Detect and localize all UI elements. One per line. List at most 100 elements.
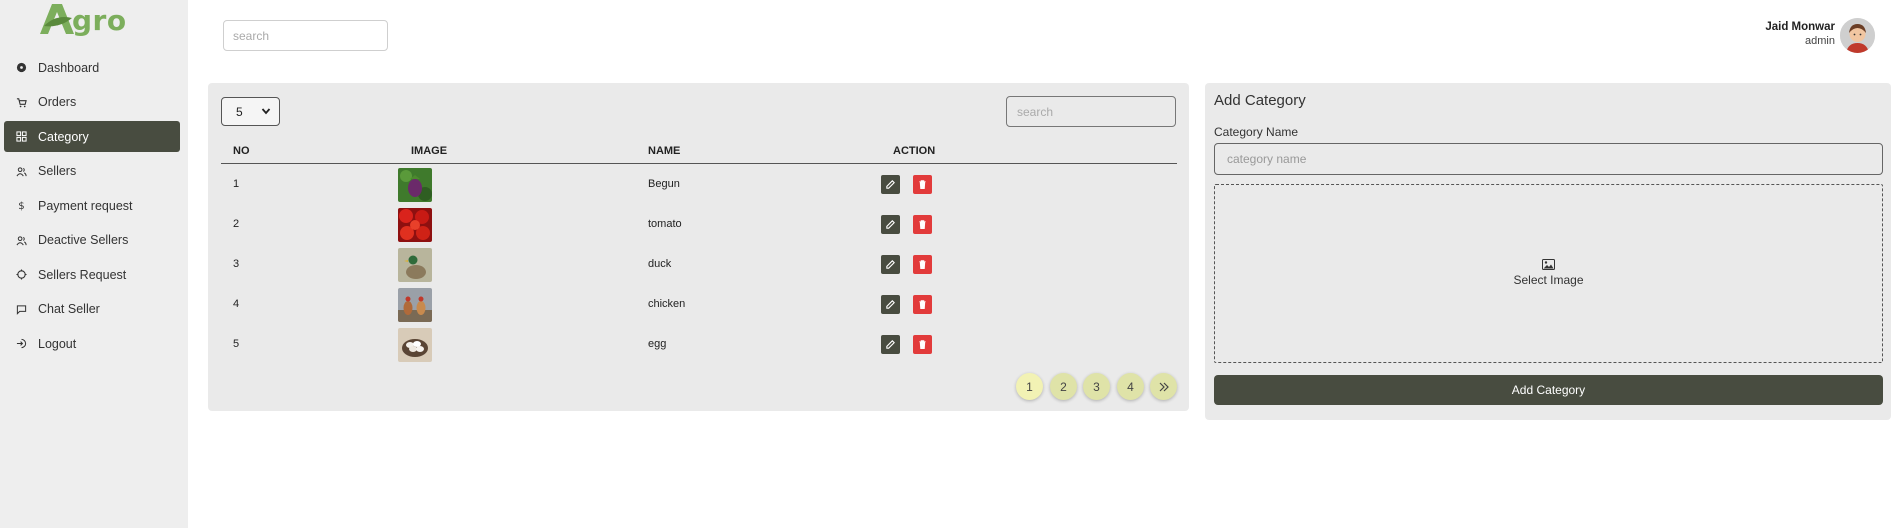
select-image-content: Select Image bbox=[1215, 259, 1882, 287]
sidebar-item-orders[interactable]: Orders bbox=[4, 87, 180, 118]
avatar[interactable] bbox=[1840, 18, 1875, 53]
sidebar-item-label: Payment request bbox=[38, 198, 133, 213]
edit-icon bbox=[886, 340, 895, 349]
sidebar-item-sellers-request[interactable]: Sellers Request bbox=[4, 259, 180, 290]
category-name: duck bbox=[648, 258, 672, 270]
edit-icon bbox=[886, 220, 895, 229]
edit-button[interactable] bbox=[881, 295, 900, 314]
sidebar-item-chat-seller[interactable]: Chat Seller bbox=[4, 294, 180, 325]
add-category-panel: Add Category Category Name Select Image … bbox=[1205, 83, 1891, 420]
row-number: 2 bbox=[233, 218, 240, 230]
tomato-image bbox=[398, 208, 432, 242]
sidebar-item-payment-request[interactable]: $ Payment request bbox=[4, 190, 180, 221]
category-name: egg bbox=[648, 338, 667, 350]
sidebar: gro Dashboard Orders Category Sellers $ … bbox=[0, 0, 188, 528]
chevron-down-icon bbox=[261, 108, 271, 115]
sidebar-item-label: Logout bbox=[38, 336, 77, 351]
row-number: 3 bbox=[233, 258, 240, 270]
page-size-value: 5 bbox=[236, 104, 243, 119]
category-name: chicken bbox=[648, 298, 686, 310]
logout-icon bbox=[13, 336, 29, 352]
app-root: gro Dashboard Orders Category Sellers $ … bbox=[0, 0, 1903, 528]
loader-icon bbox=[13, 267, 29, 283]
category-list-panel: 5 NO IMAGE NAME ACTION 1 Begun bbox=[208, 83, 1189, 411]
sidebar-item-deactive-sellers[interactable]: Deactive Sellers bbox=[4, 225, 180, 256]
edit-button[interactable] bbox=[881, 335, 900, 354]
edit-button[interactable] bbox=[881, 255, 900, 274]
table-row: 1 Begun bbox=[221, 165, 1177, 205]
egg-image bbox=[398, 328, 432, 362]
delete-button[interactable] bbox=[913, 175, 932, 194]
table-row: 2 tomato bbox=[221, 205, 1177, 245]
category-name-label: Category Name bbox=[1214, 125, 1299, 139]
user-role: admin bbox=[1805, 35, 1835, 47]
edit-icon bbox=[886, 260, 895, 269]
eggplant-image bbox=[398, 168, 432, 202]
user-info: Jaid Monwar admin bbox=[1765, 21, 1835, 47]
category-name-input[interactable] bbox=[1214, 143, 1883, 175]
dollar-icon: $ bbox=[13, 198, 29, 214]
users-icon bbox=[13, 232, 29, 248]
edit-icon bbox=[886, 180, 895, 189]
sidebar-item-category[interactable]: Category bbox=[4, 121, 180, 152]
column-header-image: IMAGE bbox=[411, 145, 448, 157]
sidebar-item-label: Deactive Sellers bbox=[38, 233, 129, 247]
sidebar-item-dashboard[interactable]: Dashboard bbox=[4, 52, 180, 83]
image-drop-zone[interactable]: Select Image bbox=[1214, 184, 1883, 363]
sidebar-item-label: Sellers Request bbox=[38, 267, 127, 282]
dashboard-icon bbox=[13, 60, 29, 76]
edit-button[interactable] bbox=[881, 215, 900, 234]
leaf-logo-icon bbox=[40, 4, 74, 34]
delete-button[interactable] bbox=[913, 295, 932, 314]
image-icon bbox=[1542, 259, 1555, 270]
table-row: 3 duck bbox=[221, 245, 1177, 285]
column-header-name: NAME bbox=[648, 145, 681, 157]
add-category-title: Add Category bbox=[1214, 92, 1306, 109]
row-number: 5 bbox=[233, 338, 240, 350]
next-page-button[interactable] bbox=[1150, 373, 1177, 400]
header-search-input[interactable] bbox=[223, 20, 388, 51]
sidebar-item-sellers[interactable]: Sellers bbox=[4, 156, 180, 187]
delete-button[interactable] bbox=[913, 335, 932, 354]
category-search-input[interactable] bbox=[1006, 96, 1176, 127]
row-number: 1 bbox=[233, 178, 240, 190]
trash-icon bbox=[919, 220, 926, 230]
table-row: 5 egg bbox=[221, 325, 1177, 365]
sidebar-item-label: Orders bbox=[38, 95, 77, 109]
page-button-4[interactable]: 4 bbox=[1117, 373, 1144, 400]
column-header-no: NO bbox=[233, 145, 250, 157]
sidebar-item-label: Sellers bbox=[38, 164, 77, 178]
category-name: tomato bbox=[648, 218, 682, 230]
delete-button[interactable] bbox=[913, 215, 932, 234]
category-name: Begun bbox=[648, 178, 680, 190]
page-button-1[interactable]: 1 bbox=[1016, 373, 1043, 400]
sidebar-nav: Dashboard Orders Category Sellers $ Paym… bbox=[0, 52, 188, 363]
users-icon bbox=[13, 163, 29, 179]
grid-icon bbox=[13, 129, 29, 145]
page-button-3[interactable]: 3 bbox=[1083, 373, 1110, 400]
edit-icon bbox=[886, 300, 895, 309]
table-row: 4 chicken bbox=[221, 285, 1177, 325]
column-header-action: ACTION bbox=[893, 145, 936, 157]
edit-button[interactable] bbox=[881, 175, 900, 194]
svg-text:$: $ bbox=[18, 201, 24, 211]
page-size-select[interactable]: 5 bbox=[221, 97, 280, 126]
add-category-button[interactable]: Add Category bbox=[1214, 375, 1883, 405]
trash-icon bbox=[919, 260, 926, 270]
page-button-2[interactable]: 2 bbox=[1050, 373, 1077, 400]
delete-button[interactable] bbox=[913, 255, 932, 274]
sidebar-item-label: Chat Seller bbox=[38, 302, 100, 316]
logo: gro bbox=[38, 0, 138, 42]
chicken-image bbox=[398, 288, 432, 322]
sidebar-item-label: Category bbox=[38, 129, 89, 144]
trash-icon bbox=[919, 180, 926, 190]
sidebar-item-label: Dashboard bbox=[38, 60, 100, 75]
user-avatar-icon bbox=[1840, 18, 1875, 53]
sidebar-item-logout[interactable]: Logout bbox=[4, 328, 180, 359]
chat-icon bbox=[13, 301, 29, 317]
trash-icon bbox=[919, 300, 926, 310]
double-chevron-right-icon bbox=[1159, 382, 1169, 391]
row-number: 4 bbox=[233, 298, 240, 310]
logo-text: gro bbox=[72, 4, 127, 37]
user-name: Jaid Monwar bbox=[1765, 21, 1835, 33]
